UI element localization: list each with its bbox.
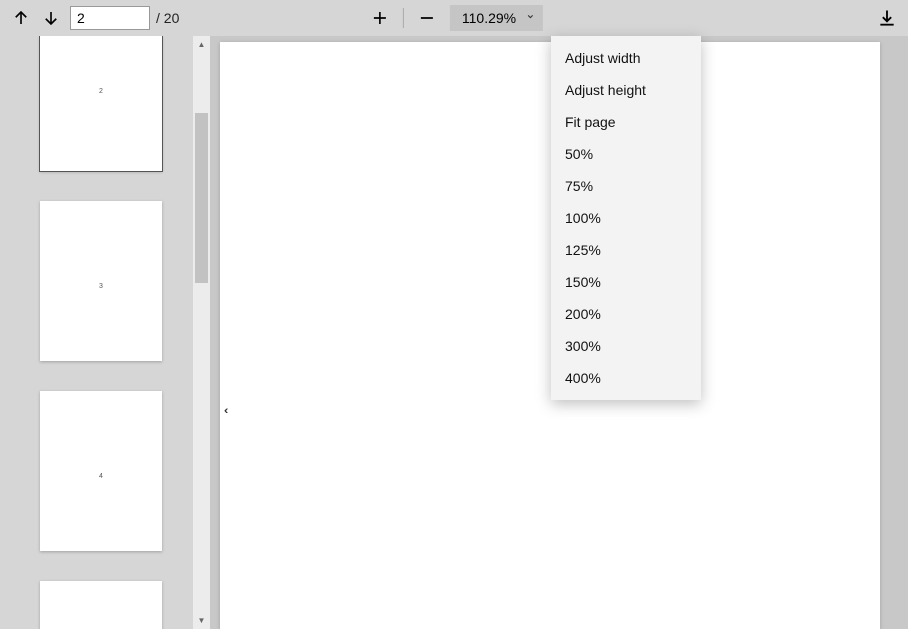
scrollbar-track[interactable] bbox=[193, 53, 210, 612]
download-button[interactable] bbox=[872, 3, 902, 33]
arrow-up-icon bbox=[12, 9, 30, 27]
zoom-option-300[interactable]: 300% bbox=[551, 330, 701, 362]
page-total-label: / 20 bbox=[156, 10, 179, 26]
scrollbar-thumb[interactable] bbox=[195, 113, 208, 283]
plus-icon bbox=[371, 9, 389, 27]
zoom-option-adjust-height[interactable]: Adjust height bbox=[551, 74, 701, 106]
sidebar-collapse-handle[interactable]: ‹‹ bbox=[224, 405, 225, 417]
thumbnail-page-number: 2 bbox=[99, 88, 103, 95]
zoom-option-fit-page[interactable]: Fit page bbox=[551, 106, 701, 138]
zoom-value-label: 110.29% bbox=[462, 10, 516, 26]
zoom-option-75[interactable]: 75% bbox=[551, 170, 701, 202]
prev-page-button[interactable] bbox=[6, 3, 36, 33]
thumbnail-page[interactable]: 3 bbox=[40, 201, 162, 361]
toolbar: / 20 110.29% bbox=[0, 0, 908, 36]
zoom-out-button[interactable] bbox=[412, 3, 442, 33]
zoom-in-button[interactable] bbox=[365, 3, 395, 33]
divider bbox=[403, 8, 404, 28]
thumbnail-page-number: 4 bbox=[99, 473, 103, 480]
page-number-input[interactable] bbox=[70, 6, 150, 30]
minus-icon bbox=[418, 9, 436, 27]
thumbnail-page[interactable]: 4 bbox=[40, 391, 162, 551]
next-page-button[interactable] bbox=[36, 3, 66, 33]
zoom-option-100[interactable]: 100% bbox=[551, 202, 701, 234]
zoom-option-150[interactable]: 150% bbox=[551, 266, 701, 298]
chevron-down-icon bbox=[526, 12, 535, 24]
zoom-option-200[interactable]: 200% bbox=[551, 298, 701, 330]
zoom-select[interactable]: 110.29% bbox=[450, 5, 543, 31]
scroll-up-button[interactable]: ▲ bbox=[193, 36, 210, 53]
zoom-option-50[interactable]: 50% bbox=[551, 138, 701, 170]
toolbar-zoom-group: 110.29% bbox=[365, 3, 543, 33]
zoom-dropdown-menu: Adjust width Adjust height Fit page 50% … bbox=[551, 36, 701, 400]
thumbnail-page-number: 3 bbox=[99, 283, 103, 290]
document-page bbox=[220, 42, 880, 629]
scroll-down-button[interactable]: ▼ bbox=[193, 612, 210, 629]
download-icon bbox=[877, 8, 897, 28]
thumbnail-page[interactable]: 2 bbox=[40, 36, 162, 171]
zoom-option-125[interactable]: 125% bbox=[551, 234, 701, 266]
sidebar-scrollbar[interactable]: ▲ ▼ bbox=[193, 36, 210, 629]
zoom-option-adjust-width[interactable]: Adjust width bbox=[551, 42, 701, 74]
thumbnail-sidebar: 2 3 4 5 ▲ ▼ bbox=[0, 36, 210, 629]
zoom-option-400[interactable]: 400% bbox=[551, 362, 701, 394]
thumbnail-page[interactable]: 5 bbox=[40, 581, 162, 629]
arrow-down-icon bbox=[42, 9, 60, 27]
